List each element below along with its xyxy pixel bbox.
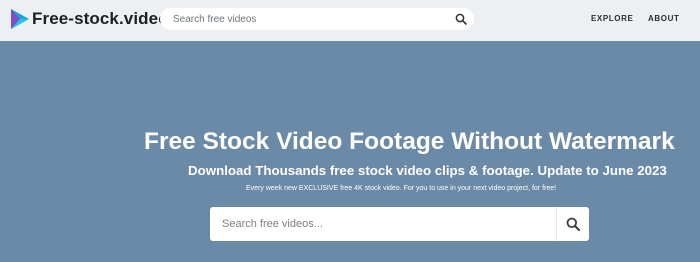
logo-text: Free-stock.video bbox=[32, 9, 169, 28]
nav-explore[interactable]: EXPLORE bbox=[591, 14, 633, 23]
header-search-input[interactable] bbox=[173, 9, 443, 29]
hero-subtitle: Download Thousands free stock video clip… bbox=[188, 163, 667, 178]
play-logo-icon bbox=[11, 9, 29, 29]
hero-search-input[interactable] bbox=[222, 215, 542, 233]
hero-search-bar bbox=[210, 207, 589, 241]
search-icon bbox=[566, 217, 580, 231]
search-icon[interactable] bbox=[455, 13, 467, 25]
hero-search-button[interactable] bbox=[557, 207, 589, 241]
header-search-bar bbox=[160, 8, 474, 30]
hero-title: Free Stock Video Footage Without Waterma… bbox=[144, 128, 675, 155]
top-header: Free-stock.video EXPLORE ABOUT bbox=[0, 0, 700, 41]
site-logo[interactable]: Free-stock.video bbox=[10, 8, 169, 30]
hero-note: Every week new EXCLUSIVE free 4K stock v… bbox=[246, 185, 557, 192]
nav-about[interactable]: ABOUT bbox=[648, 14, 679, 23]
